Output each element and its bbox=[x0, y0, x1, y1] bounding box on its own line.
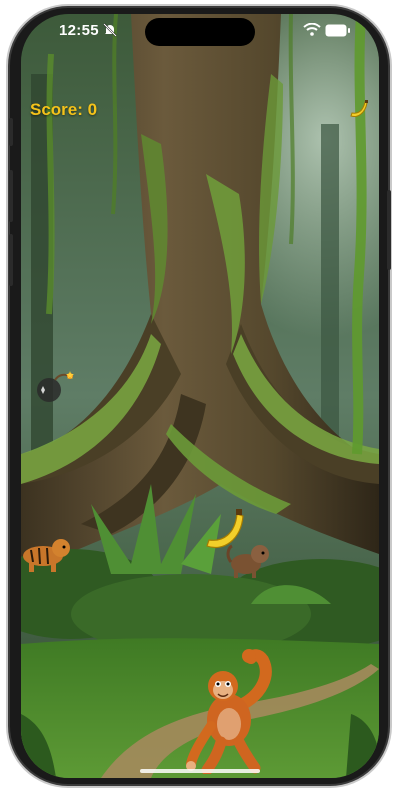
home-indicator bbox=[140, 769, 260, 773]
volume-up-button bbox=[9, 170, 13, 222]
bomb-sprite bbox=[37, 371, 74, 402]
volume-down-button bbox=[9, 234, 13, 286]
game-screen[interactable]: 12:55 Score: 0 bbox=[21, 14, 379, 778]
bell-slash-icon bbox=[103, 23, 117, 37]
wifi-icon bbox=[303, 23, 321, 36]
status-bar: 12:55 bbox=[21, 14, 379, 48]
tiger-sprite bbox=[23, 539, 70, 572]
score-label: Score: 0 bbox=[30, 100, 98, 119]
battery-icon bbox=[325, 24, 350, 37]
dynamic-island bbox=[145, 18, 255, 46]
mute-switch bbox=[9, 118, 13, 146]
power-button bbox=[387, 190, 391, 270]
monkey-sprite bbox=[226, 544, 269, 578]
banana-icon bbox=[350, 100, 368, 117]
orangutan-player[interactable] bbox=[171, 646, 281, 774]
status-time: 12:55 bbox=[59, 22, 99, 39]
